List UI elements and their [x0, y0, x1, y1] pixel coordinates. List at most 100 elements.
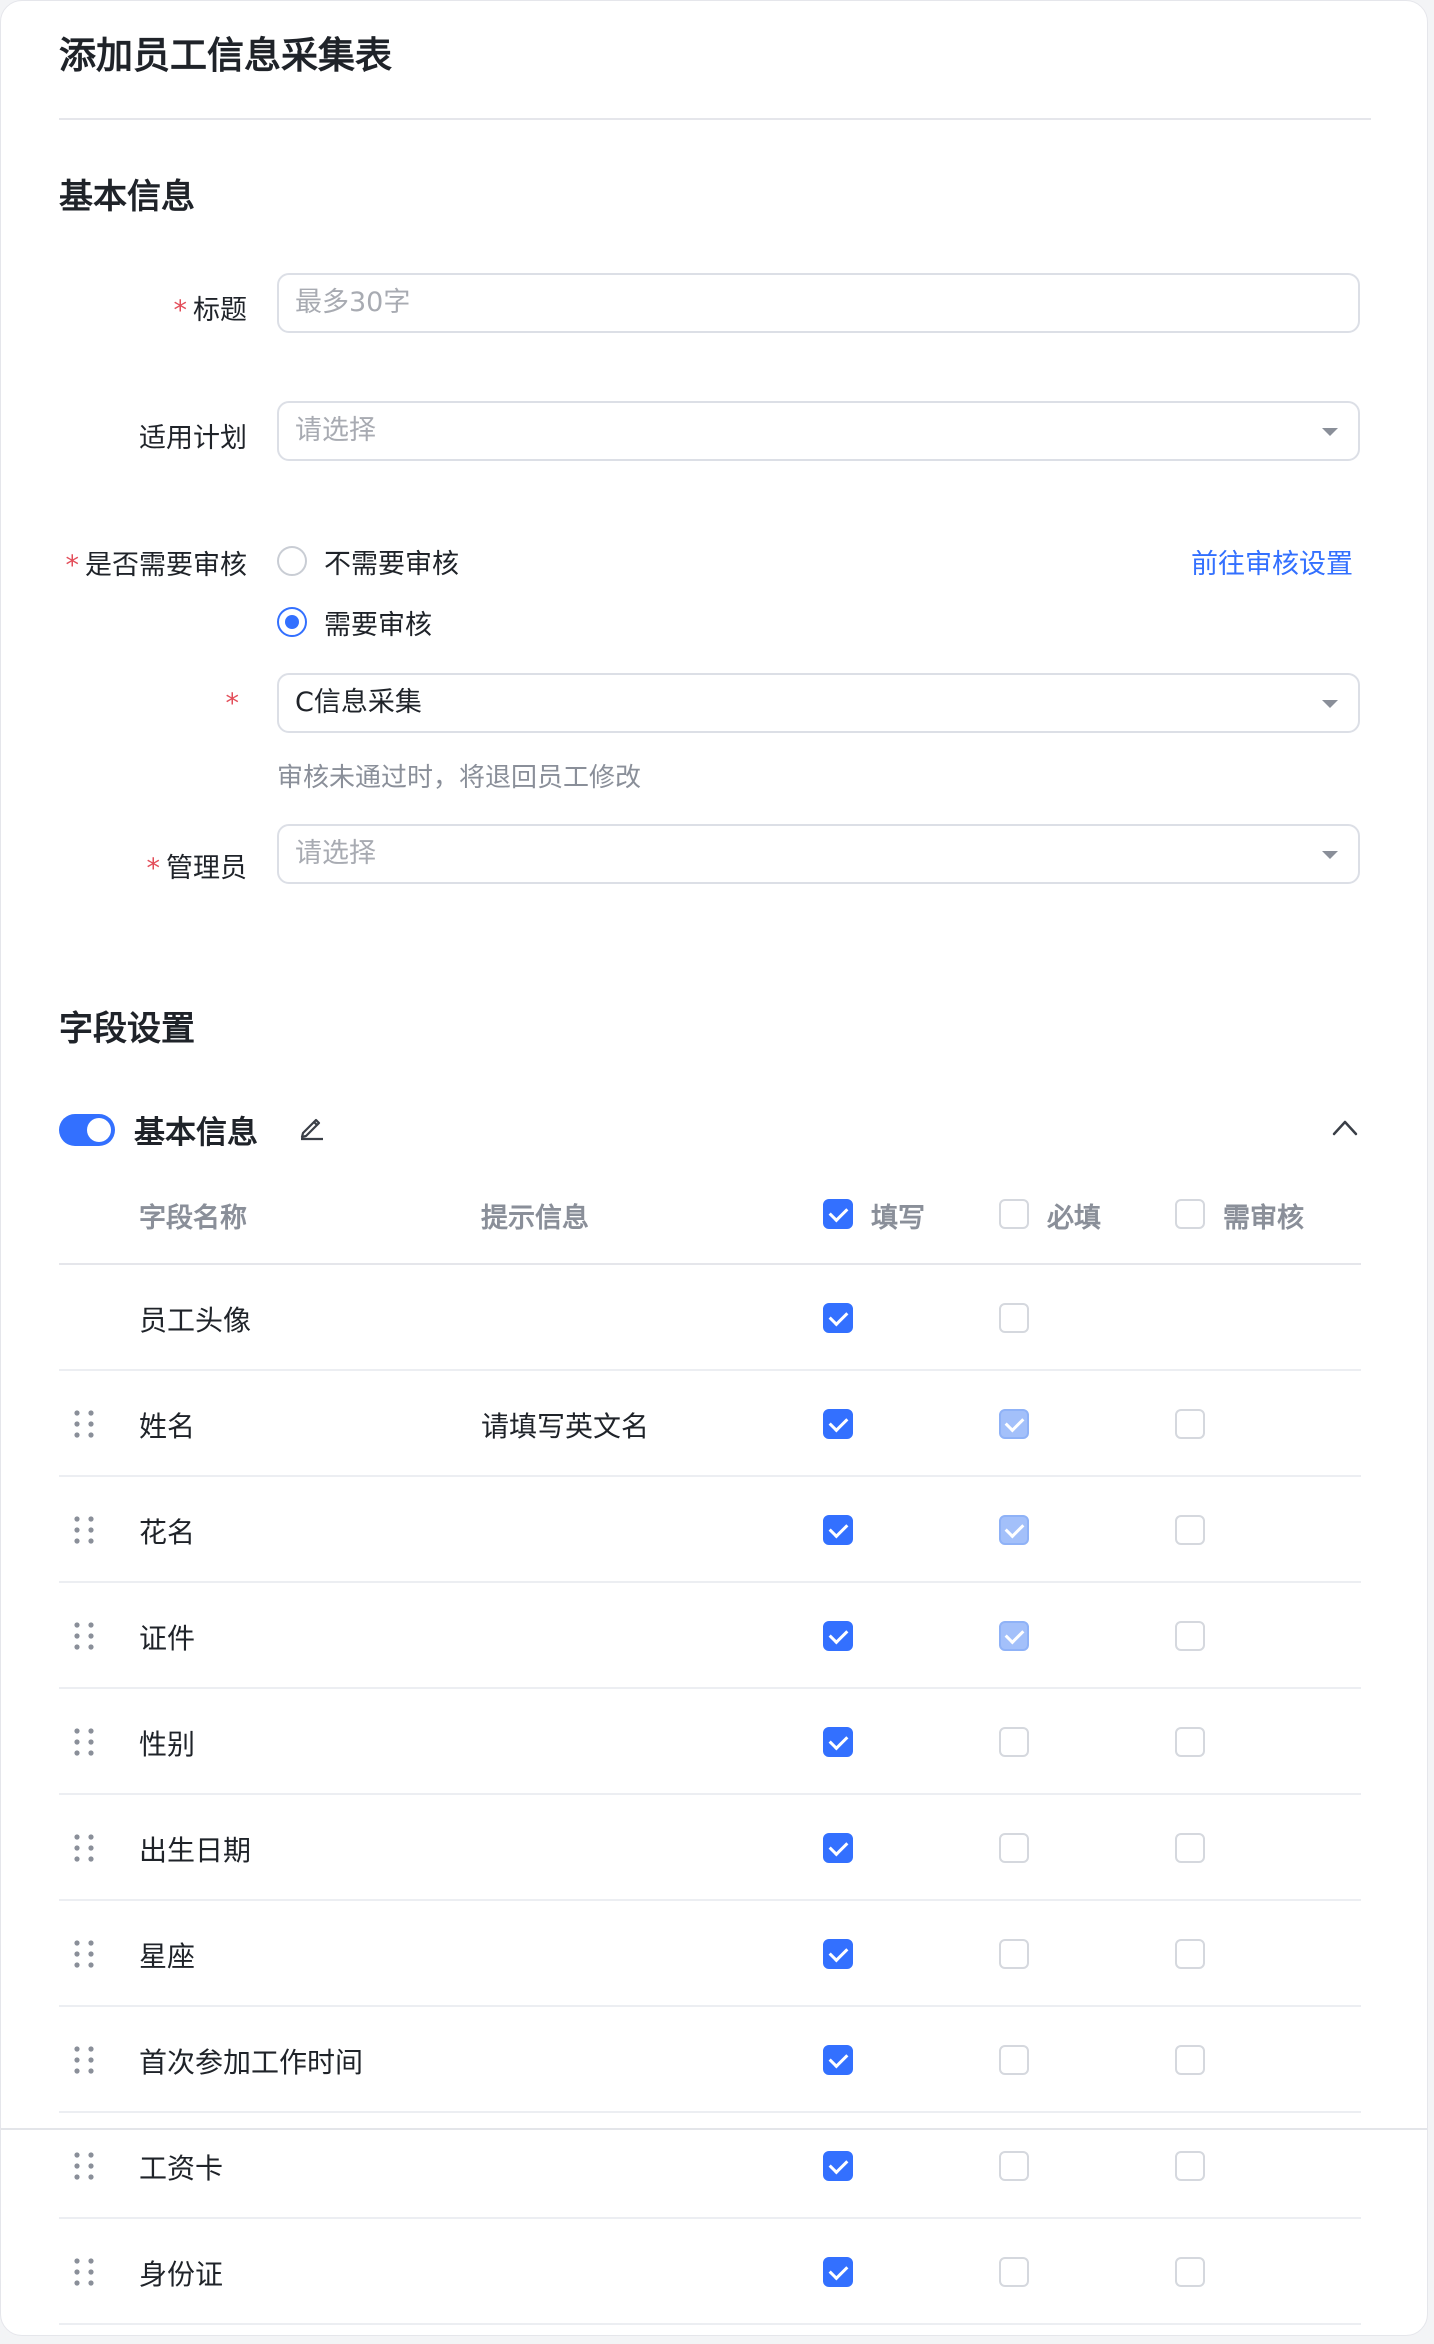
admin-label: * 管理员	[146, 853, 248, 884]
field-name: 出生日期	[139, 1834, 252, 1867]
fill-checkbox[interactable]	[823, 2151, 853, 2181]
plan-select[interactable]: 请选择	[277, 401, 1360, 461]
fill-checkbox[interactable]	[823, 1727, 853, 1757]
drag-handle-icon[interactable]	[71, 1409, 99, 1439]
group-title: 基本信息	[134, 1115, 258, 1151]
field-tip: 请填写英文名	[481, 1410, 650, 1443]
col-header-review: 需审核	[1223, 1203, 1304, 1234]
fill-checkbox[interactable]	[823, 1621, 853, 1651]
table-row: 证件	[59, 1583, 1361, 1689]
header-fill-checkbox[interactable]	[823, 1199, 853, 1229]
fill-checkbox[interactable]	[823, 1303, 853, 1333]
review-label: * 是否需要审核	[65, 550, 248, 581]
field-name: 证件	[139, 1622, 196, 1655]
drag-handle-icon[interactable]	[71, 1727, 99, 1757]
header-review-checkbox[interactable]	[1175, 1199, 1205, 1229]
required-checkbox[interactable]	[999, 1303, 1029, 1333]
fill-checkbox[interactable]	[823, 1939, 853, 1969]
col-header-tip: 提示信息	[481, 1203, 589, 1234]
title-input-placeholder: 最多30字	[295, 287, 411, 318]
form-card: 添加员工信息采集表 基本信息 * 标题 最多30字 适用计划 请选择 * 是否需要审…	[0, 0, 1428, 2336]
basic-section-title: 基本信息	[59, 177, 195, 217]
required-mark: *	[225, 688, 240, 719]
review-checkbox[interactable]	[1175, 2045, 1205, 2075]
fill-checkbox[interactable]	[823, 2045, 853, 2075]
drag-handle-icon[interactable]	[71, 1621, 99, 1651]
drag-handle-icon[interactable]	[71, 1515, 99, 1545]
review-flow-label: *	[226, 688, 248, 719]
table-row: 出生日期	[59, 1795, 1361, 1901]
review-flow-select[interactable]: C信息采集	[277, 673, 1360, 733]
table-row: 星座	[59, 1901, 1361, 2007]
required-checkbox	[999, 1515, 1029, 1545]
drag-handle-icon[interactable]	[71, 2257, 99, 2287]
required-checkbox[interactable]	[999, 1727, 1029, 1757]
review-checkbox[interactable]	[1175, 1515, 1205, 1545]
group-toggle[interactable]	[59, 1114, 115, 1146]
review-hint: 审核未通过时，将退回员工修改	[277, 763, 642, 793]
chevron-up-icon[interactable]	[1331, 1117, 1359, 1137]
field-name: 首次参加工作时间	[139, 2046, 364, 2079]
fill-checkbox[interactable]	[823, 1833, 853, 1863]
header-required-checkbox[interactable]	[999, 1199, 1029, 1229]
required-checkbox[interactable]	[999, 2257, 1029, 2287]
required-checkbox[interactable]	[999, 2151, 1029, 2181]
table-row: 首次参加工作时间	[59, 2007, 1361, 2113]
required-checkbox[interactable]	[999, 2045, 1029, 2075]
review-flow-value: C信息采集	[295, 687, 422, 718]
review-checkbox[interactable]	[1175, 2151, 1205, 2181]
field-name: 身份证	[139, 2258, 224, 2291]
col-header-fill: 填写	[871, 1203, 925, 1234]
review-checkbox[interactable]	[1175, 1621, 1205, 1651]
table-row: 员工头像	[59, 1265, 1361, 1371]
required-checkbox[interactable]	[999, 1939, 1029, 1969]
fill-checkbox[interactable]	[823, 1515, 853, 1545]
table-row: 姓名 请填写英文名	[59, 1371, 1361, 1477]
radio-need-review[interactable]	[277, 607, 307, 637]
review-checkbox[interactable]	[1175, 1727, 1205, 1757]
review-checkbox[interactable]	[1175, 1409, 1205, 1439]
review-settings-link[interactable]: 前往审核设置	[1191, 542, 1353, 581]
caret-down-icon	[1322, 428, 1338, 436]
title-input[interactable]: 最多30字	[277, 273, 1360, 333]
radio-no-review-label[interactable]: 不需要审核	[324, 542, 459, 581]
field-name: 性别	[139, 1728, 196, 1761]
admin-select[interactable]: 请选择	[277, 824, 1360, 884]
fields-section-title: 字段设置	[59, 1009, 195, 1049]
plan-label: 适用计划	[139, 423, 247, 454]
fill-checkbox[interactable]	[823, 2257, 853, 2287]
table-row: 性别	[59, 1689, 1361, 1795]
table-row: 花名	[59, 1477, 1361, 1583]
required-mark: *	[146, 853, 161, 884]
title-label: * 标题	[173, 295, 248, 326]
scroll-divider	[1, 2128, 1427, 2130]
admin-select-placeholder: 请选择	[295, 838, 376, 869]
review-checkbox[interactable]	[1175, 1833, 1205, 1863]
fill-checkbox[interactable]	[823, 1409, 853, 1439]
field-name: 星座	[139, 1940, 196, 1973]
caret-down-icon	[1322, 851, 1338, 859]
col-header-name: 字段名称	[139, 1203, 247, 1234]
row-divider	[59, 2323, 1361, 2325]
field-name: 工资卡	[139, 2152, 224, 2185]
drag-handle-icon[interactable]	[71, 2151, 99, 2181]
field-name: 姓名	[139, 1410, 196, 1443]
radio-need-review-label[interactable]: 需要审核	[324, 603, 432, 642]
drag-handle-icon[interactable]	[71, 2045, 99, 2075]
required-mark: *	[65, 550, 80, 581]
required-checkbox[interactable]	[999, 1833, 1029, 1863]
pencil-icon[interactable]	[297, 1113, 325, 1141]
caret-down-icon	[1322, 700, 1338, 708]
review-checkbox[interactable]	[1175, 2257, 1205, 2287]
review-checkbox[interactable]	[1175, 1939, 1205, 1969]
field-name: 花名	[139, 1516, 196, 1549]
page-title: 添加员工信息采集表	[59, 34, 392, 77]
drag-handle-icon[interactable]	[71, 1939, 99, 1969]
drag-handle-icon[interactable]	[71, 1833, 99, 1863]
required-checkbox	[999, 1409, 1029, 1439]
radio-no-review[interactable]	[277, 546, 307, 576]
required-checkbox	[999, 1621, 1029, 1651]
title-divider	[59, 118, 1371, 120]
table-row: 身份证	[59, 2219, 1361, 2325]
field-name: 员工头像	[139, 1304, 252, 1337]
